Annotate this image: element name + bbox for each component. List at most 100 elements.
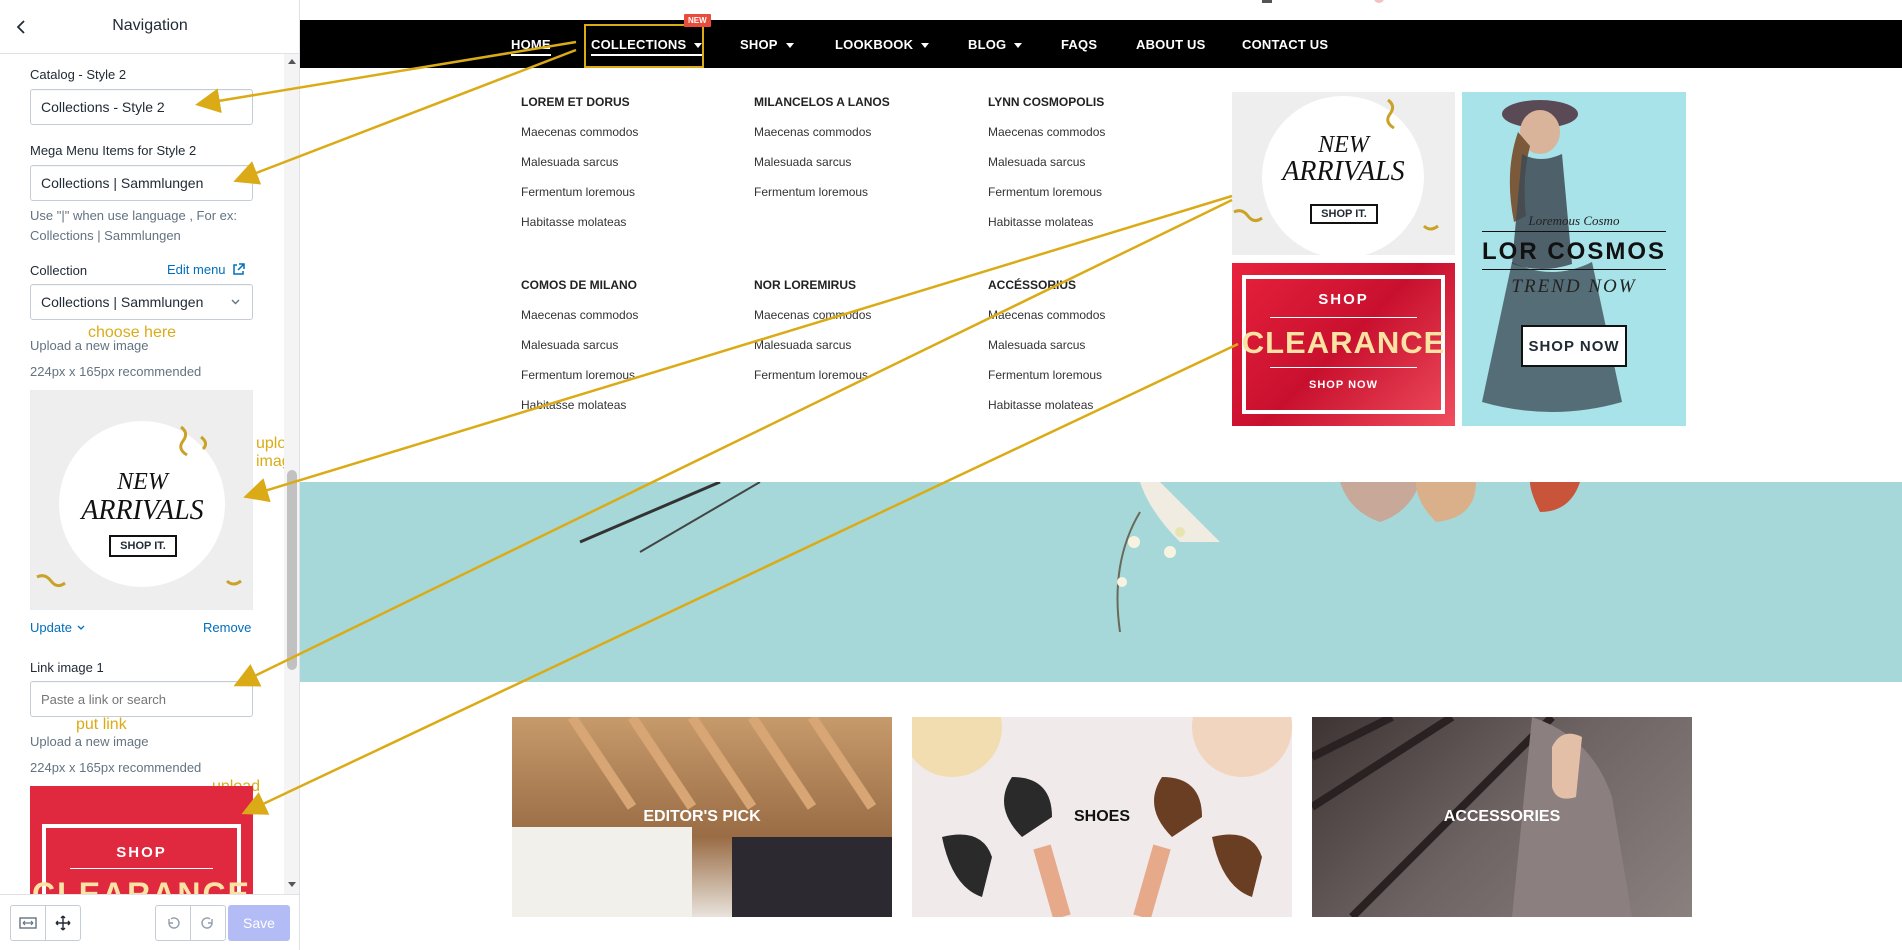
cosmos-divider-top	[1482, 231, 1666, 232]
cosmos-shop-now-button: SHOP NOW	[1521, 325, 1627, 367]
mega-menu-link[interactable]: Maecenas commodos	[521, 308, 638, 322]
clearance-main-text: CLEARANCE	[1241, 325, 1446, 360]
inspect-button[interactable]	[45, 905, 81, 941]
new-arrivals-image-preview[interactable]: NEW ARRIVALS SHOP IT.	[30, 390, 253, 610]
tile-editors-pick[interactable]: EDITOR'S PICK	[512, 717, 892, 917]
tile-accessories[interactable]: ACCESSORIES	[1312, 717, 1692, 917]
redo-icon	[201, 917, 213, 929]
undo-icon	[168, 917, 180, 929]
preview-shop-it: SHOP IT.	[109, 535, 177, 557]
mega-menu-link[interactable]: Fermentum loremous	[988, 185, 1102, 199]
fit-width-button[interactable]	[10, 905, 46, 941]
mega-menu-heading[interactable]: ACCÉSSORIUS	[988, 278, 1076, 292]
mega-menu-link[interactable]: Habitasse molateas	[988, 215, 1093, 229]
update-label: Update	[30, 620, 72, 635]
mega-menu-link[interactable]: Habitasse molateas	[521, 215, 626, 229]
mega-menu-link[interactable]: Malesuada sarcus	[521, 338, 618, 352]
mega-menu-link[interactable]: Fermentum loremous	[521, 368, 635, 382]
mega-menu-help-text: Use "|" when use language , For ex: Coll…	[30, 208, 237, 243]
nav-faqs[interactable]: FAQS	[1061, 37, 1097, 52]
mega-menu-link[interactable]: Fermentum loremous	[521, 185, 635, 199]
fit-width-icon	[19, 917, 37, 929]
mega-menu-items-label: Mega Menu Items for Style 2	[30, 143, 197, 158]
clearance-shop-text: SHOP	[1318, 291, 1369, 308]
clearance-image-preview[interactable]: SHOP CLEARANCE	[30, 786, 253, 894]
mega-menu-items-input[interactable]: Collections | Sammlungen	[30, 165, 253, 201]
mega-menu-link[interactable]: Habitasse molateas	[521, 398, 626, 412]
nav-blog[interactable]: BLOG	[968, 37, 1023, 52]
mega-menu-link[interactable]: Maecenas commodos	[754, 308, 871, 322]
nav-home[interactable]: HOME	[511, 37, 551, 56]
mega-menu-heading[interactable]: COMOS DE MILANO	[521, 278, 637, 292]
clearance-divider-top	[1270, 317, 1417, 318]
sidebar-scrollbar-thumb[interactable]	[287, 470, 297, 670]
scroll-up-arrow-icon[interactable]	[288, 58, 296, 64]
preview-new-text: NEW	[117, 469, 168, 495]
tile-label-shoes: SHOES	[1073, 808, 1130, 825]
clearance-banner[interactable]: SHOP CLEARANCE SHOP NOW	[1232, 263, 1455, 426]
mega-menu-link[interactable]: Fermentum loremous	[988, 368, 1102, 382]
external-link-icon	[232, 263, 245, 275]
nav-contact-us[interactable]: CONTACT US	[1242, 37, 1328, 52]
tile-label-accessories: ACCESSORIES	[1443, 808, 1561, 825]
link-image-1-input[interactable]	[30, 681, 253, 717]
mega-menu-heading[interactable]: MILANCELOS A LANOS	[754, 95, 890, 109]
mega-menu-link[interactable]: Maecenas commodos	[754, 125, 871, 139]
move-arrows-icon	[55, 915, 71, 931]
cosmos-subtitle: TREND NOW	[1511, 276, 1637, 297]
mega-menu-link[interactable]: Malesuada sarcus	[521, 155, 618, 169]
upload-image-help: 224px x 165px recommended	[30, 364, 202, 379]
nav-about-us[interactable]: ABOUT US	[1136, 37, 1206, 52]
scroll-down-arrow-icon[interactable]	[288, 882, 296, 888]
lor-cosmos-banner[interactable]: Loremous Cosmo LOR COSMOS TREND NOW SHOP…	[1462, 92, 1686, 426]
clearance-divider-bottom	[1270, 367, 1417, 368]
mega-menu-heading[interactable]: NOR LOREMIRUS	[754, 278, 856, 292]
preview-clearance-divider	[70, 868, 213, 869]
edit-menu-link[interactable]: Edit menu	[167, 262, 245, 277]
nav-shop[interactable]: SHOP	[740, 37, 794, 52]
mega-menu-link[interactable]: Fermentum loremous	[754, 368, 868, 382]
new-arrivals-banner[interactable]: NEW ARRIVALS SHOP IT.	[1232, 92, 1455, 255]
hero-shoes-illustration	[579, 482, 1580, 633]
redo-button[interactable]	[190, 905, 226, 941]
save-button[interactable]: Save	[228, 905, 290, 941]
mega-menu-link[interactable]: Maecenas commodos	[988, 308, 1105, 322]
remove-image-button[interactable]: Remove	[203, 620, 251, 635]
shop-it-label: SHOP IT.	[1310, 204, 1378, 224]
mega-menu-link[interactable]: Maecenas commodos	[521, 125, 638, 139]
upload-image-help-2: 224px x 165px recommended	[30, 760, 202, 775]
mega-menu-link[interactable]: Habitasse molateas	[988, 398, 1093, 412]
mega-menu-link[interactable]: Maecenas commodos	[988, 125, 1105, 139]
cosmos-title: LOR COSMOS	[1481, 238, 1666, 265]
navigation-sidebar: Navigation Catalog - Style 2 Collections…	[0, 0, 300, 950]
mega-menu-link[interactable]: Malesuada sarcus	[754, 155, 851, 169]
preview-arrivals-text: ARRIVALS	[81, 495, 204, 526]
collection-select[interactable]: Collections | Sammlungen	[30, 284, 253, 320]
undo-button[interactable]	[155, 905, 191, 941]
mega-menu-link[interactable]: Malesuada sarcus	[754, 338, 851, 352]
tile-label-editors-pick: EDITOR'S PICK	[643, 808, 761, 825]
update-image-button[interactable]: Update	[30, 620, 85, 635]
collection-label: Collection	[30, 263, 88, 278]
nav-lookbook[interactable]: LOOKBOOK	[835, 37, 930, 52]
nav-collections[interactable]: COLLECTIONS	[591, 37, 703, 56]
mega-menu-heading[interactable]: LYNN COSMOPOLIS	[988, 95, 1104, 109]
upload-image-label: Upload a new image	[30, 338, 149, 353]
cart-badge-fragment	[1374, 0, 1384, 3]
hero-banner	[300, 482, 1902, 682]
mega-menu-link[interactable]: Fermentum loremous	[754, 185, 868, 199]
mega-menu-heading[interactable]: LOREM ET DORUS	[521, 95, 630, 109]
preview-clearance-shop: SHOP	[116, 844, 167, 861]
mega-menu-link[interactable]: Malesuada sarcus	[988, 338, 1085, 352]
top-icon-fragment	[1262, 0, 1272, 3]
sidebar-footer: Save	[0, 894, 299, 950]
catalog-style-label: Catalog - Style 2	[30, 67, 127, 82]
mega-menu-link[interactable]: Malesuada sarcus	[988, 155, 1085, 169]
storefront-preview: HOME COLLECTIONS NEW SHOP LOOKBOOK BLOG …	[300, 0, 1902, 950]
nav-lookbook-label: LOOKBOOK	[835, 37, 914, 52]
tile-shoes[interactable]: SHOES	[912, 717, 1292, 917]
preview-clearance-main: CLEARANCE	[32, 876, 251, 894]
nav-shop-label: SHOP	[740, 37, 778, 52]
sidebar-settings-panel: Catalog - Style 2 Collections - Style 2 …	[0, 54, 284, 894]
catalog-style-input[interactable]: Collections - Style 2	[30, 89, 253, 125]
